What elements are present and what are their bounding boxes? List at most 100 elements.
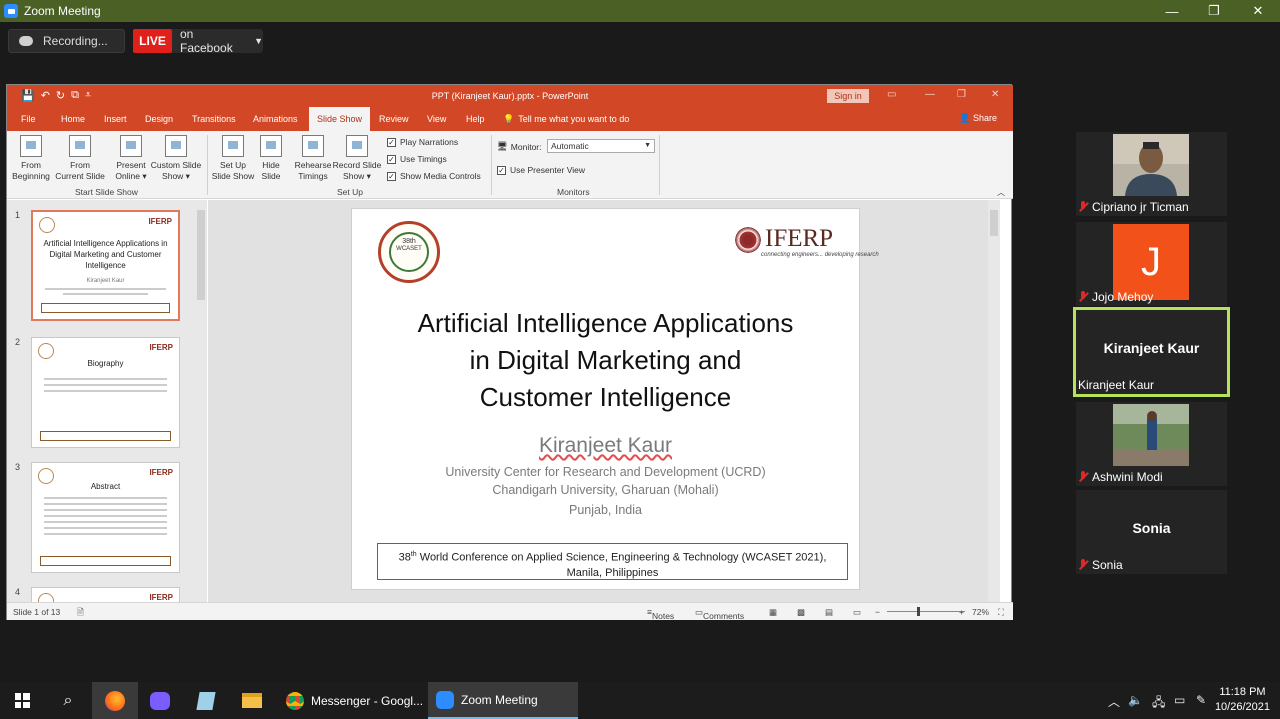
system-clock[interactable]: 11:18 PM 10/26/2021: [1215, 685, 1270, 715]
tab-design[interactable]: Design: [145, 107, 173, 131]
custom-show-label1: Custom Slide: [150, 160, 202, 170]
monitor-select[interactable]: Automatic ▼: [547, 139, 655, 153]
tab-view[interactable]: View: [427, 107, 446, 131]
use-timings-checkbox[interactable]: ✓ Use Timings: [387, 154, 447, 164]
zoom-out-icon[interactable]: −: [875, 607, 880, 617]
participant-tile[interactable]: Cipriano jr Ticman: [1076, 132, 1227, 216]
record-slide-show-button[interactable]: Record Slide Show ▾: [331, 135, 383, 182]
present-online-label2: Online ▾: [115, 171, 147, 181]
slideshow-view-icon[interactable]: ▭: [853, 607, 861, 618]
close-button[interactable]: ✕: [1236, 0, 1280, 22]
slide-sorter-icon[interactable]: ▩: [797, 607, 805, 618]
windows-taskbar: ⌕ Messenger - Googl... Zoom Meeting ︿ 🔈 …: [0, 682, 1280, 719]
start-button[interactable]: [0, 682, 44, 719]
hide-slide-button[interactable]: Hide Slide: [257, 135, 285, 182]
search-icon: ⌕: [63, 691, 73, 709]
normal-view-icon[interactable]: ▦: [769, 607, 777, 618]
thumb-title: Biography: [87, 359, 124, 368]
tab-review[interactable]: Review: [379, 107, 409, 131]
zoom-in-icon[interactable]: +: [959, 607, 964, 617]
minimize-button[interactable]: —: [1150, 0, 1194, 22]
tab-help[interactable]: Help: [466, 107, 485, 131]
zoom-taskbar-app[interactable]: Zoom Meeting: [428, 682, 578, 719]
battery-icon[interactable]: ▭: [1174, 693, 1185, 707]
zoom-level[interactable]: 72%: [972, 607, 989, 617]
spellcheck-icon[interactable]: 🗎: [77, 607, 84, 621]
from-current-slide-button[interactable]: From Current Slide: [53, 135, 107, 182]
set-up-slide-show-button[interactable]: Set Up Slide Show: [210, 135, 256, 182]
sign-in-button[interactable]: Sign in: [827, 89, 869, 103]
network-icon[interactable]: 🖧: [1152, 693, 1165, 714]
rehearse-timings-button[interactable]: Rehearse Timings: [293, 135, 333, 182]
tab-animations[interactable]: Animations: [253, 107, 298, 131]
notes-taskbar-icon[interactable]: [184, 682, 228, 719]
share-button[interactable]: 👤 Share: [959, 113, 997, 124]
ribbon-display-icon[interactable]: ▭: [887, 89, 896, 100]
tab-transitions[interactable]: Transitions: [192, 107, 236, 131]
thumb-text-line: [44, 521, 167, 523]
muted-mic-icon: [1078, 471, 1088, 483]
ppt-close-button[interactable]: ✕: [991, 89, 999, 100]
present-online-button[interactable]: Present Online ▾: [111, 135, 151, 182]
tray-overflow-icon[interactable]: ︿: [1108, 693, 1120, 710]
comments-button[interactable]: ▭ Comments: [695, 607, 744, 621]
use-presenter-view-checkbox[interactable]: ✓ Use Presenter View: [497, 165, 585, 175]
show-media-controls-checkbox[interactable]: ✓ Show Media Controls: [387, 171, 481, 181]
tab-insert[interactable]: Insert: [104, 107, 127, 131]
slide-thumbnail[interactable]: IFERP: [31, 587, 180, 602]
slide-title-line: Artificial Intelligence Applications: [417, 308, 794, 338]
slide-thumbnail[interactable]: IFERP Abstract: [31, 462, 180, 573]
participant-tile[interactable]: Ashwini Modi: [1076, 402, 1227, 486]
zoom-slider[interactable]: [887, 607, 965, 616]
notes-button[interactable]: ≡ Notes: [647, 607, 674, 621]
messenger-taskbar-icon[interactable]: [138, 682, 182, 719]
tab-file[interactable]: File: [21, 107, 36, 131]
from-beginning-button[interactable]: From Beginning: [11, 135, 51, 182]
custom-slide-show-button[interactable]: Custom Slide Show ▾: [149, 135, 203, 182]
slide-affiliation: Punjab, India: [569, 503, 642, 517]
ppt-restore-button[interactable]: ❐: [957, 89, 966, 100]
participant-tile[interactable]: J Jojo Mehoy: [1076, 222, 1227, 306]
collapse-ribbon-icon[interactable]: ︿: [997, 187, 1005, 198]
thumb-brand: IFERP: [149, 343, 173, 352]
current-slide[interactable]: 38th WCASET IFERP connecting engineers..…: [351, 208, 879, 590]
ppt-minimize-button[interactable]: —: [925, 89, 935, 100]
slide-scrollbar[interactable]: [988, 200, 1000, 602]
chrome-taskbar-app[interactable]: Messenger - Googl...: [278, 682, 426, 719]
presenter-view-label: Use Presenter View: [510, 165, 585, 175]
tab-home[interactable]: Home: [61, 107, 85, 131]
from-current-label2: Current Slide: [55, 171, 105, 181]
maximize-button[interactable]: ❐: [1192, 0, 1236, 22]
active-speaker-tile[interactable]: Kiranjeet Kaur Kiranjeet Kaur: [1073, 307, 1230, 397]
thumbnails-scrollbar[interactable]: [195, 200, 207, 602]
volume-icon[interactable]: 🔈: [1128, 693, 1143, 707]
thumb-title: Artificial Intelligence Applications in …: [43, 239, 168, 270]
participant-tile[interactable]: Sonia Sonia: [1076, 490, 1227, 574]
group-start-slide-show: Start Slide Show: [75, 187, 138, 197]
recording-indicator[interactable]: Recording...: [8, 29, 125, 53]
participant-label: Cipriano jr Ticman: [1078, 200, 1189, 214]
file-explorer-taskbar-icon[interactable]: [230, 682, 274, 719]
scroll-thumb[interactable]: [197, 210, 205, 300]
fit-slide-icon[interactable]: ⛶: [998, 607, 1004, 618]
footer-line: Manila, Philippines: [566, 566, 659, 579]
reading-view-icon[interactable]: ▤: [825, 607, 833, 618]
ribbon-divider: [207, 135, 208, 195]
tell-me-box[interactable]: 💡 Tell me what you want to do: [503, 107, 629, 131]
live-destination-dropdown[interactable]: on Facebook ▼: [172, 27, 263, 55]
firefox-taskbar-icon[interactable]: [92, 682, 138, 719]
checkmark-icon: ✓: [497, 165, 506, 175]
search-button[interactable]: ⌕: [46, 682, 90, 719]
zoom-slider-thumb[interactable]: [917, 607, 920, 616]
slide-thumbnail[interactable]: IFERP Artificial Intelligence Applicatio…: [31, 210, 180, 321]
screen: Zoom Meeting — ❐ ✕ Recording... LIVE on …: [0, 0, 1280, 719]
scroll-thumb[interactable]: [990, 210, 998, 236]
tab-slide-show[interactable]: Slide Show: [309, 107, 371, 131]
chevron-down-icon: ▼: [254, 36, 263, 46]
live-badge[interactable]: LIVE: [133, 29, 172, 53]
thumb-subtitle: Kiranjeet Kaur: [86, 278, 125, 284]
play-narrations-checkbox[interactable]: ✓ Play Narrations: [387, 137, 458, 147]
thumb-number: 1: [15, 210, 21, 220]
slide-thumbnail[interactable]: IFERP Biography: [31, 337, 180, 448]
pen-icon[interactable]: ✎: [1196, 693, 1206, 707]
